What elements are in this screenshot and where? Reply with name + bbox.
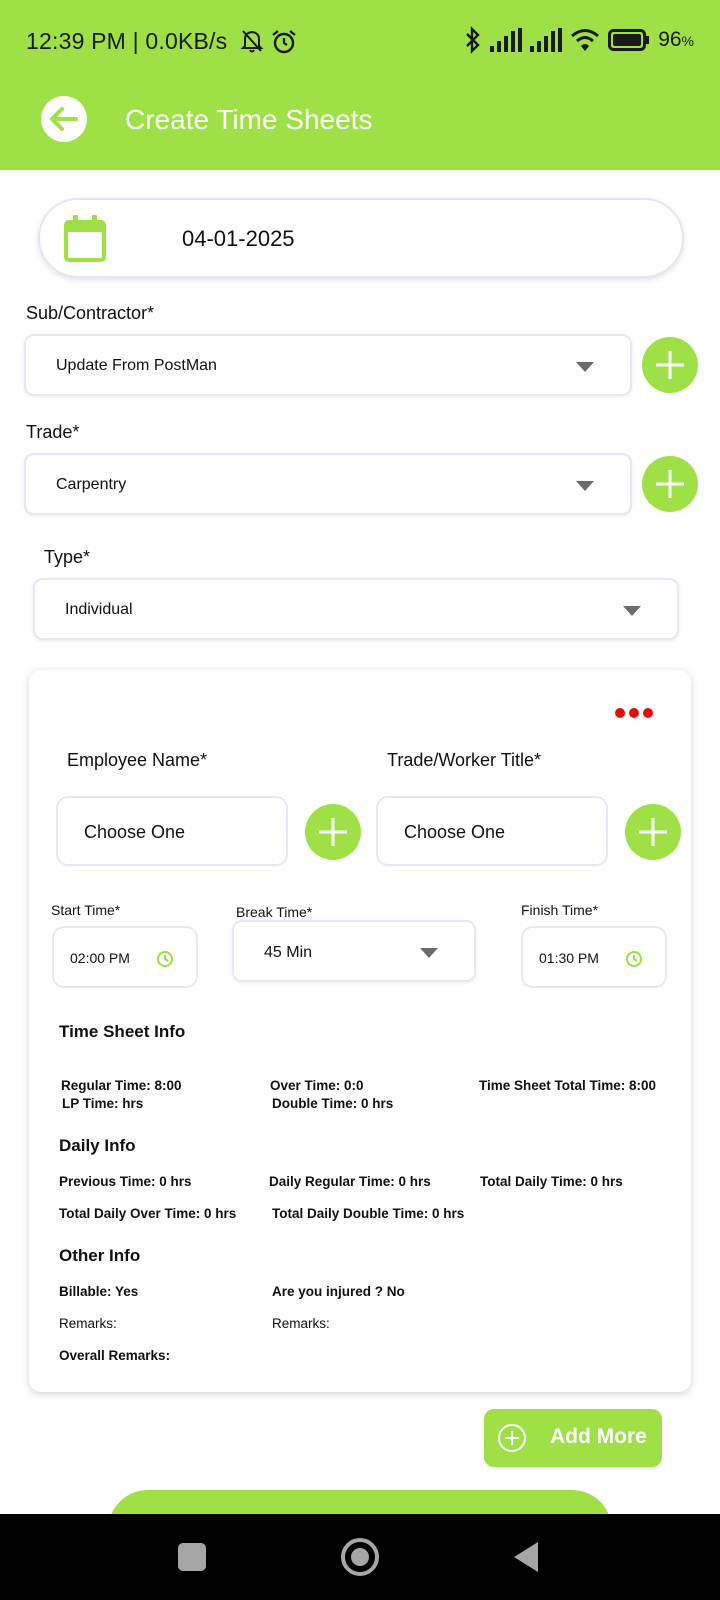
employee-name-select[interactable]: Choose One [56, 796, 288, 866]
type-label: Type* [44, 547, 91, 567]
status-bar: 12:39 PM | 0.0KB/s 96% [0, 0, 720, 86]
type-value: Individual [65, 601, 133, 618]
signal-icon [490, 28, 523, 52]
lp-time-text: LP Time: hrs [62, 1096, 144, 1111]
employee-name-label: Employee Name* [67, 750, 208, 770]
recent-apps-button[interactable] [178, 1543, 206, 1571]
break-time-value: 45 Min [264, 944, 313, 961]
finish-time-label: Finish Time* [521, 902, 599, 918]
start-time-label: Start Time* [51, 902, 121, 918]
wifi-icon [571, 29, 600, 51]
total-daily-double-time-text: Total Daily Double Time: 0 hrs [272, 1206, 465, 1221]
system-nav-bar [0, 1514, 720, 1600]
start-time-value: 02:00 PM [70, 950, 130, 966]
signal-icon [530, 28, 563, 52]
status-icons: 96% [464, 26, 694, 54]
add-worker-title-button[interactable] [625, 804, 681, 860]
back-button[interactable] [41, 96, 87, 142]
worker-title-value: Choose One [404, 822, 506, 842]
worker-title-select[interactable]: Choose One [376, 796, 608, 866]
break-time-select[interactable]: 45 Min [232, 920, 476, 982]
mute-notification-icon [240, 30, 264, 53]
injured-text: Are you injured ? No [272, 1284, 405, 1299]
add-trade-button[interactable] [642, 456, 698, 512]
nav-back-button[interactable] [514, 1542, 538, 1572]
employee-name-value: Choose One [84, 822, 186, 842]
date-value: 04-01-2025 [182, 226, 295, 251]
calendar-icon [64, 215, 106, 262]
overall-remarks-text: Overall Remarks: [59, 1348, 171, 1363]
remarks-left-text: Remarks: [59, 1316, 117, 1331]
total-daily-over-time-text: Total Daily Over Time: 0 hrs [59, 1206, 237, 1221]
trade-value: Carpentry [56, 476, 127, 493]
page-title: Create Time Sheets [125, 104, 373, 135]
previous-time-text: Previous Time: 0 hrs [59, 1174, 192, 1189]
app-header: 12:39 PM | 0.0KB/s 96% Create Time Sheet… [0, 0, 720, 170]
plus-circle-icon [498, 1424, 526, 1452]
total-daily-time-text: Total Daily Time: 0 hrs [480, 1174, 623, 1189]
clock-icon [626, 951, 642, 967]
sub-contractor-value: Update From PostMan [56, 357, 217, 374]
add-more-label: Add More [550, 1425, 647, 1448]
worker-title-label: Trade/Worker Title* [387, 750, 542, 770]
total-time-text: Time Sheet Total Time: 8:00 [479, 1078, 657, 1093]
finish-time-value: 01:30 PM [539, 950, 599, 966]
finish-time-field[interactable]: 01:30 PM [521, 926, 667, 988]
date-picker-field[interactable]: 04-01-2025 [38, 198, 684, 278]
trade-select[interactable]: Carpentry [24, 453, 632, 515]
sub-contractor-label: Sub/Contractor* [26, 303, 155, 323]
home-button[interactable] [341, 1538, 379, 1576]
chevron-down-icon [576, 362, 594, 372]
regular-time-text: Regular Time: 8:00 [61, 1078, 182, 1093]
trade-label: Trade* [26, 422, 80, 442]
time-sheet-info-heading: Time Sheet Info [59, 1022, 186, 1041]
over-time-text: Over Time: 0:0 [270, 1078, 364, 1093]
add-employee-button[interactable] [305, 804, 361, 860]
arrow-left-icon [50, 107, 78, 131]
billable-text: Billable: Yes [59, 1284, 139, 1299]
clock-icon [157, 951, 173, 967]
remarks-right-text: Remarks: [272, 1316, 330, 1331]
status-time: 12:39 PM | 0.0KB/s [26, 28, 228, 54]
break-time-label: Break Time* [236, 904, 313, 920]
battery-percent: 96% [658, 28, 694, 51]
daily-regular-time-text: Daily Regular Time: 0 hrs [269, 1174, 431, 1189]
double-time-text: Double Time: 0 hrs [272, 1096, 394, 1111]
alarm-icon [272, 30, 296, 54]
bluetooth-icon [466, 26, 480, 54]
daily-info-heading: Daily Info [59, 1136, 136, 1155]
add-more-button[interactable]: Add More [484, 1409, 662, 1467]
chevron-down-icon [576, 481, 594, 491]
more-options-icon[interactable] [615, 708, 653, 718]
battery-icon [608, 29, 650, 51]
other-info-heading: Other Info [59, 1246, 141, 1265]
add-sub-contractor-button[interactable] [642, 337, 698, 393]
employee-entry-card: Employee Name* Trade/Worker Title* Choos… [29, 670, 691, 1392]
chevron-down-icon [420, 948, 438, 958]
sub-contractor-select[interactable]: Update From PostMan [24, 334, 632, 396]
chevron-down-icon [623, 606, 641, 616]
type-select[interactable]: Individual [33, 578, 679, 640]
start-time-field[interactable]: 02:00 PM [52, 926, 198, 988]
